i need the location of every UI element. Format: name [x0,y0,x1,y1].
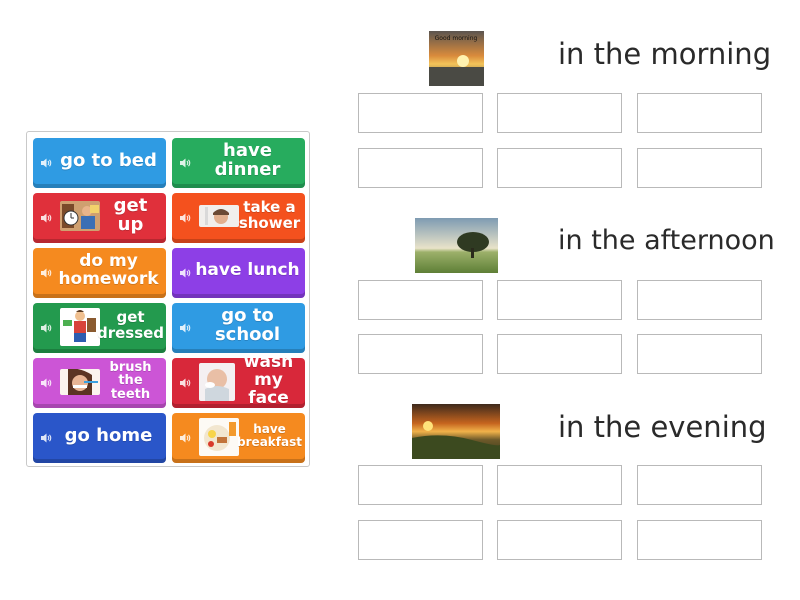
breakfast-image [199,418,239,456]
brushing-teeth-image [60,369,100,395]
tile-go-to-bed[interactable]: go to bed [33,138,166,188]
group-title-afternoon: in the afternoon [558,225,775,256]
svg-text:Good morning: Good morning [435,35,478,42]
drop-slot[interactable] [637,465,762,505]
morning-image: Good morning [429,31,484,86]
group-title-evening: in the evening [558,410,767,444]
tile-get-up[interactable]: get up [33,193,166,243]
speaker-icon[interactable] [40,212,52,224]
speaker-icon[interactable] [40,322,52,334]
getting-dressed-image [60,308,100,346]
tile-label: get up [113,195,148,235]
tile-go-home[interactable]: go home [33,413,166,463]
drop-slot[interactable] [497,93,622,133]
tile-bank: go to bed have dinner get up take a show… [26,131,310,467]
tile-have-lunch[interactable]: have lunch [172,248,305,298]
tile-label: brush the teeth [109,359,152,402]
speaker-icon[interactable] [179,432,191,444]
tile-label: get dressed [96,308,165,342]
drop-slot[interactable] [358,520,483,560]
speaker-icon[interactable] [179,322,191,334]
shower-image [199,205,239,227]
drop-slot[interactable] [637,93,762,133]
drop-slot[interactable] [497,280,622,320]
tile-label: have breakfast [237,422,302,449]
tile-label: go to bed [60,149,157,171]
tile-label: take a shower [238,198,301,232]
speaker-icon[interactable] [179,377,191,389]
drop-slot[interactable] [497,148,622,188]
drop-slot[interactable] [358,465,483,505]
drop-slot[interactable] [637,148,762,188]
evening-image [412,404,500,459]
alarm-clock-image [60,201,100,231]
drop-slot[interactable] [358,280,483,320]
drop-slot[interactable] [358,148,483,188]
speaker-icon[interactable] [179,267,191,279]
tile-label: have dinner [214,140,281,180]
drop-slot[interactable] [497,334,622,374]
speaker-icon[interactable] [40,157,52,169]
tile-label: wash my face [243,358,294,408]
drop-slot[interactable] [637,334,762,374]
group-title-morning: in the morning [558,37,772,71]
tile-label: go home [64,424,153,446]
speaker-icon[interactable] [179,212,191,224]
speaker-icon[interactable] [179,157,191,169]
drop-slot[interactable] [497,465,622,505]
tile-take-a-shower[interactable]: take a shower [172,193,305,243]
drop-slot[interactable] [637,520,762,560]
drop-slot[interactable] [358,334,483,374]
tile-get-dressed[interactable]: get dressed [33,303,166,353]
speaker-icon[interactable] [40,377,52,389]
tile-label: have lunch [195,260,300,281]
tile-label: do my homework [58,251,159,289]
speaker-icon[interactable] [40,432,52,444]
tile-brush-the-teeth[interactable]: brush the teeth [33,358,166,408]
tile-have-dinner[interactable]: have dinner [172,138,305,188]
tile-wash-my-face[interactable]: wash my face [172,358,305,408]
tile-do-my-homework[interactable]: do my homework [33,248,166,298]
tile-have-breakfast[interactable]: have breakfast [172,413,305,463]
tile-go-to-school[interactable]: go to school [172,303,305,353]
drop-slot[interactable] [358,93,483,133]
tile-label: go to school [214,305,281,345]
washing-face-image [199,363,235,401]
drop-slot[interactable] [637,280,762,320]
speaker-icon[interactable] [40,267,52,279]
afternoon-image [415,218,498,273]
drop-slot[interactable] [497,520,622,560]
